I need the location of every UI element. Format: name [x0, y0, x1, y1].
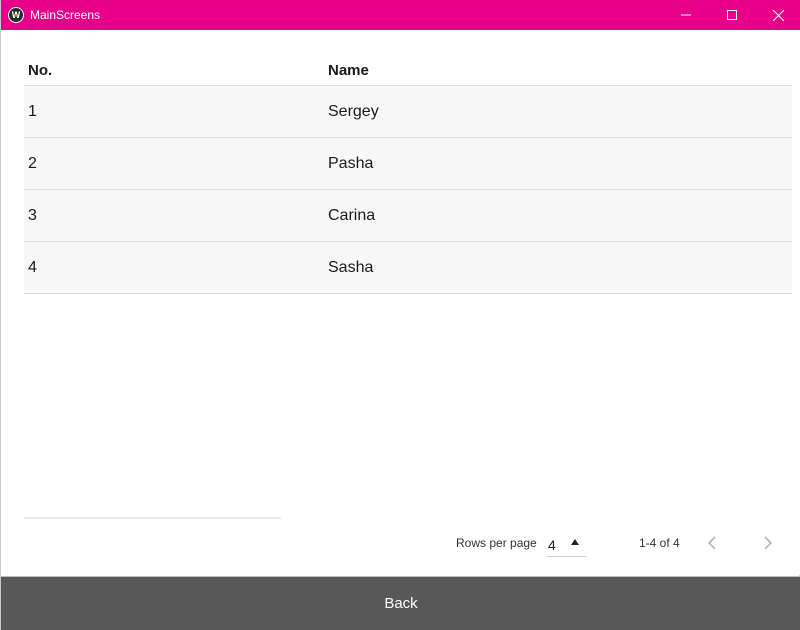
table-row[interactable]: 3 Carina [24, 190, 792, 242]
maximize-icon [727, 10, 737, 20]
close-button[interactable] [755, 0, 800, 30]
rows-per-page-label: Rows per page [456, 536, 537, 550]
page-range: 1-4 of 4 [639, 536, 680, 550]
header-no[interactable]: No. [24, 62, 324, 79]
main-content: No. Name 1 Sergey 2 Pasha 3 Carina 4 Sas… [1, 30, 800, 576]
chevron-right-icon [764, 536, 773, 550]
dropdown-arrow-icon [571, 539, 579, 545]
cell-name: Carina [328, 206, 376, 224]
minimize-button[interactable] [663, 0, 709, 30]
cell-name: Pasha [328, 154, 374, 172]
window-title: MainScreens [30, 8, 101, 22]
cell-no: 2 [28, 154, 37, 172]
cell-name: Sasha [328, 258, 374, 276]
table-row[interactable]: 1 Sergey [24, 86, 792, 138]
pagination-bar: Rows per page 4 1-4 of 4 [1, 528, 800, 558]
app-logo-icon: W [8, 7, 24, 23]
back-button[interactable]: Back [1, 576, 800, 630]
cell-no: 3 [28, 206, 37, 224]
data-table: No. Name 1 Sergey 2 Pasha 3 Carina 4 Sas… [24, 55, 792, 294]
divider [24, 517, 281, 519]
minimize-icon [681, 14, 691, 16]
rows-per-page-select[interactable]: 4 [546, 530, 586, 557]
next-page-button[interactable] [757, 532, 779, 554]
back-button-label: Back [384, 595, 418, 612]
title-bar[interactable]: W MainScreens [1, 0, 800, 30]
table-header: No. Name [24, 55, 792, 86]
close-icon [772, 9, 784, 21]
window-controls [663, 0, 800, 30]
previous-page-button[interactable] [701, 532, 723, 554]
header-name[interactable]: Name [324, 62, 792, 79]
table-row[interactable]: 4 Sasha [24, 242, 792, 294]
cell-no: 4 [28, 258, 37, 276]
table-row[interactable]: 2 Pasha [24, 138, 792, 190]
chevron-left-icon [707, 536, 716, 550]
maximize-button[interactable] [709, 0, 755, 30]
cell-name: Sergey [328, 102, 379, 120]
app-window: W MainScreens No. Name 1 Sergey 2 Pasha … [0, 0, 800, 630]
rows-per-page-value: 4 [548, 537, 556, 553]
cell-no: 1 [28, 102, 37, 120]
